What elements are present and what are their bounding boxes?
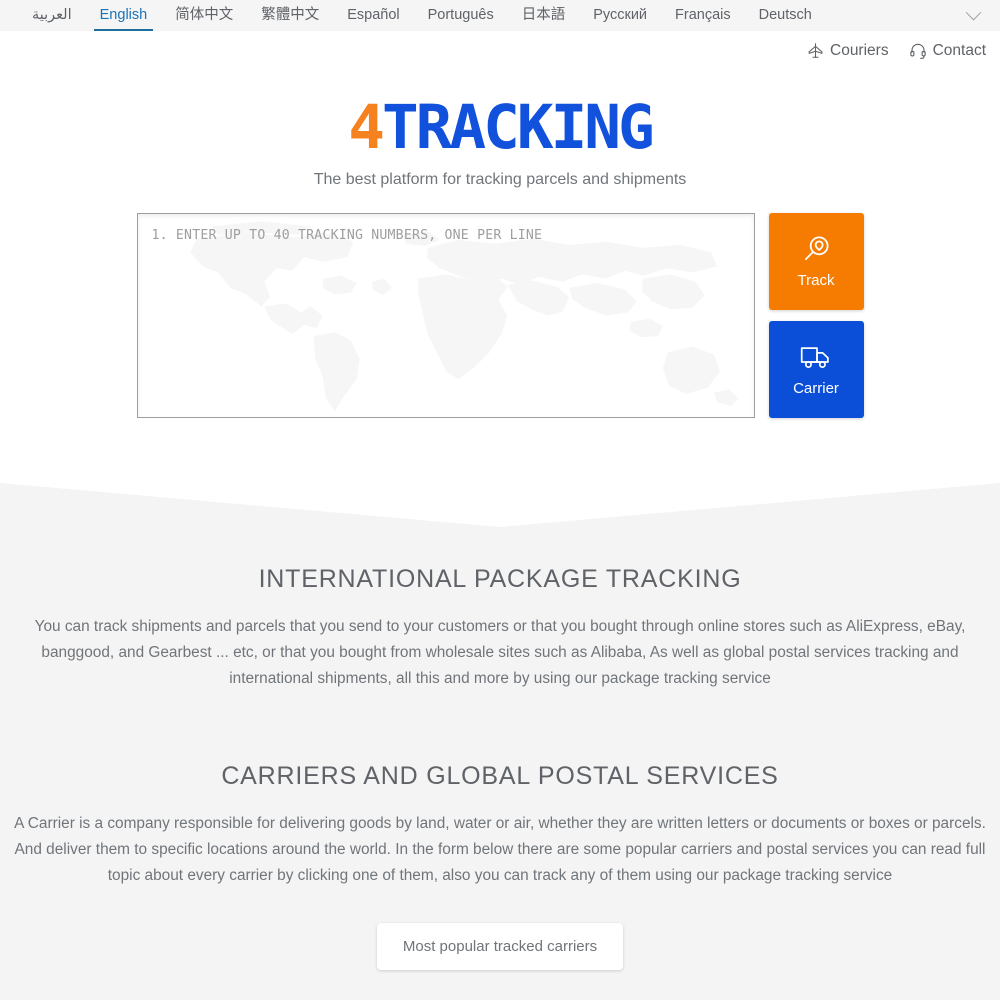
logo[interactable]: 4 TRACKING [0,86,1000,158]
logo-prefix: 4 [348,92,385,163]
contact-link[interactable]: Contact [909,42,986,60]
lang-item-japanese[interactable]: 日本語 [508,0,580,31]
carrier-button-label: Carrier [793,379,839,397]
lang-item-arabic[interactable]: العربية [18,0,86,31]
track-button-label: Track [797,272,835,289]
section-body-international-tracking: You can track shipments and parcels that… [34,618,966,687]
headset-icon [909,42,927,60]
lang-item-german[interactable]: Deutsch [745,0,826,31]
search-row: Track Carrier [0,213,1000,470]
most-popular-tracked-carriers-button[interactable]: Most popular tracked carriers [376,923,624,970]
lang-item-simplified-chinese[interactable]: 简体中文 [161,0,247,31]
language-bar: العربية English 简体中文 繁體中文 Español Portug… [0,0,1000,31]
chevron-divider-shape [0,469,1000,527]
tagline: The best platform for tracking parcels a… [313,171,687,188]
lang-item-french[interactable]: Français [661,0,745,31]
track-button[interactable]: Track [768,213,864,310]
airplane-icon [807,42,824,59]
couriers-link-label: Couriers [830,41,889,59]
lang-item-english[interactable]: English [86,0,162,31]
section-title-international-tracking: INTERNATIONAL PACKAGE TRACKING [258,565,742,593]
lang-item-portuguese[interactable]: Português [414,0,508,31]
truck-icon [800,343,832,371]
tracking-input-wrapper [136,213,755,418]
hero-section: 4 TRACKING The best platform for trackin… [0,64,1000,470]
section-title-carriers: CARRIERS AND GLOBAL POSTAL SERVICES [221,762,779,790]
section-divider [0,469,1000,529]
top-links-bar: Couriers Contact [0,31,1000,64]
carrier-button[interactable]: Carrier [768,321,864,418]
search-location-icon [802,234,831,263]
lang-item-spanish[interactable]: Español [333,0,413,31]
chevron-down-icon [965,4,981,21]
couriers-link[interactable]: Couriers [807,42,889,60]
action-buttons: Track Carrier [768,213,864,418]
popular-carriers-pill-wrap: Most popular tracked carriers [0,923,1000,970]
lang-item-traditional-chinese[interactable]: 繁體中文 [247,0,333,31]
content-section: INTERNATIONAL PACKAGE TRACKING You can t… [0,529,1000,1000]
contact-link-label: Contact [932,41,986,59]
lang-item-russian[interactable]: Русский [579,0,661,31]
logo-wordmark: TRACKING [381,92,655,163]
language-more-button[interactable] [956,0,990,31]
section-body-carriers: A Carrier is a company responsible for d… [14,815,986,884]
tracking-numbers-input[interactable] [137,214,754,417]
